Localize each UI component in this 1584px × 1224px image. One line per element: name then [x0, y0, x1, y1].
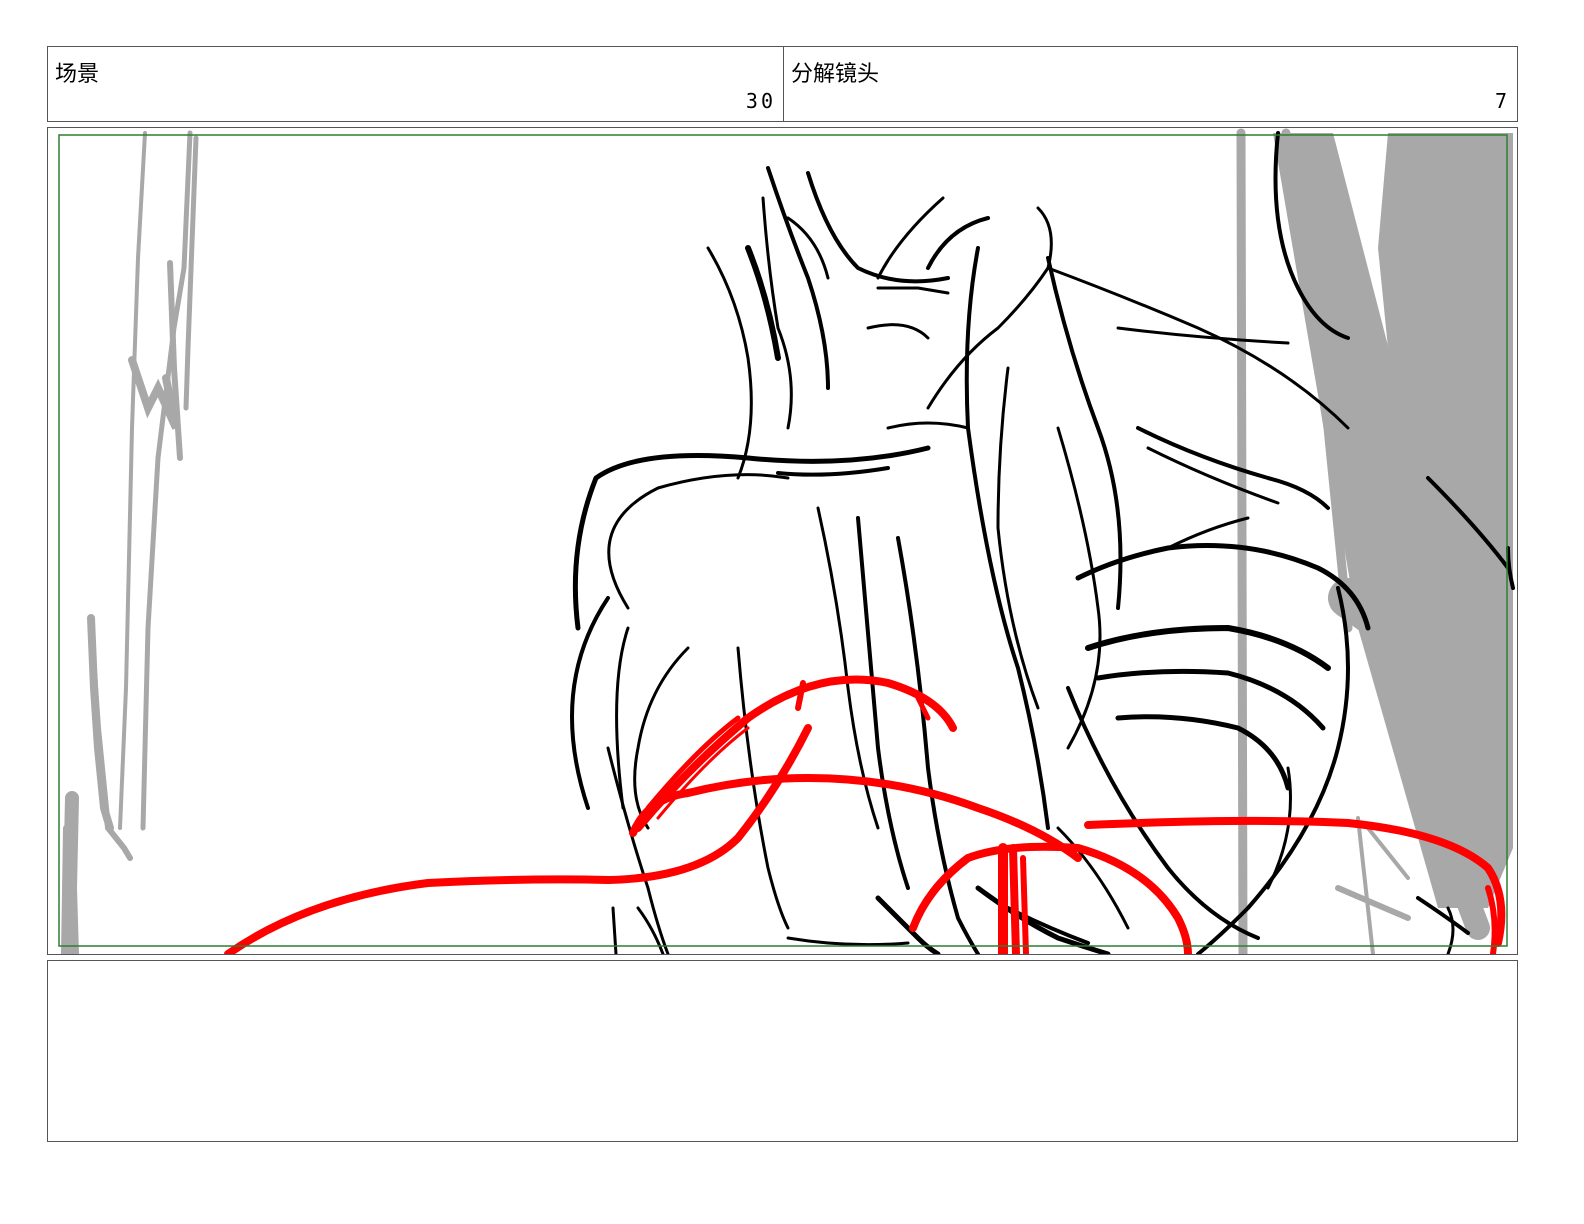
scene-label: 场景 — [55, 62, 100, 87]
storyboard-header: 场景 30 分解镜头 7 — [47, 46, 1518, 122]
notes-panel — [47, 960, 1518, 1142]
scene-number: 30 — [745, 89, 776, 113]
shot-number: 7 — [1494, 89, 1510, 113]
storyboard-panel — [47, 127, 1518, 955]
shot-label: 分解镜头 — [791, 62, 880, 87]
shot-cell: 分解镜头 7 — [784, 47, 1517, 121]
scene-cell: 场景 30 — [48, 47, 784, 121]
gray-tone-strokes-left — [61, 130, 199, 954]
sketch-drawing — [58, 128, 1515, 954]
gray-tone-strokes-right — [1236, 128, 1513, 954]
